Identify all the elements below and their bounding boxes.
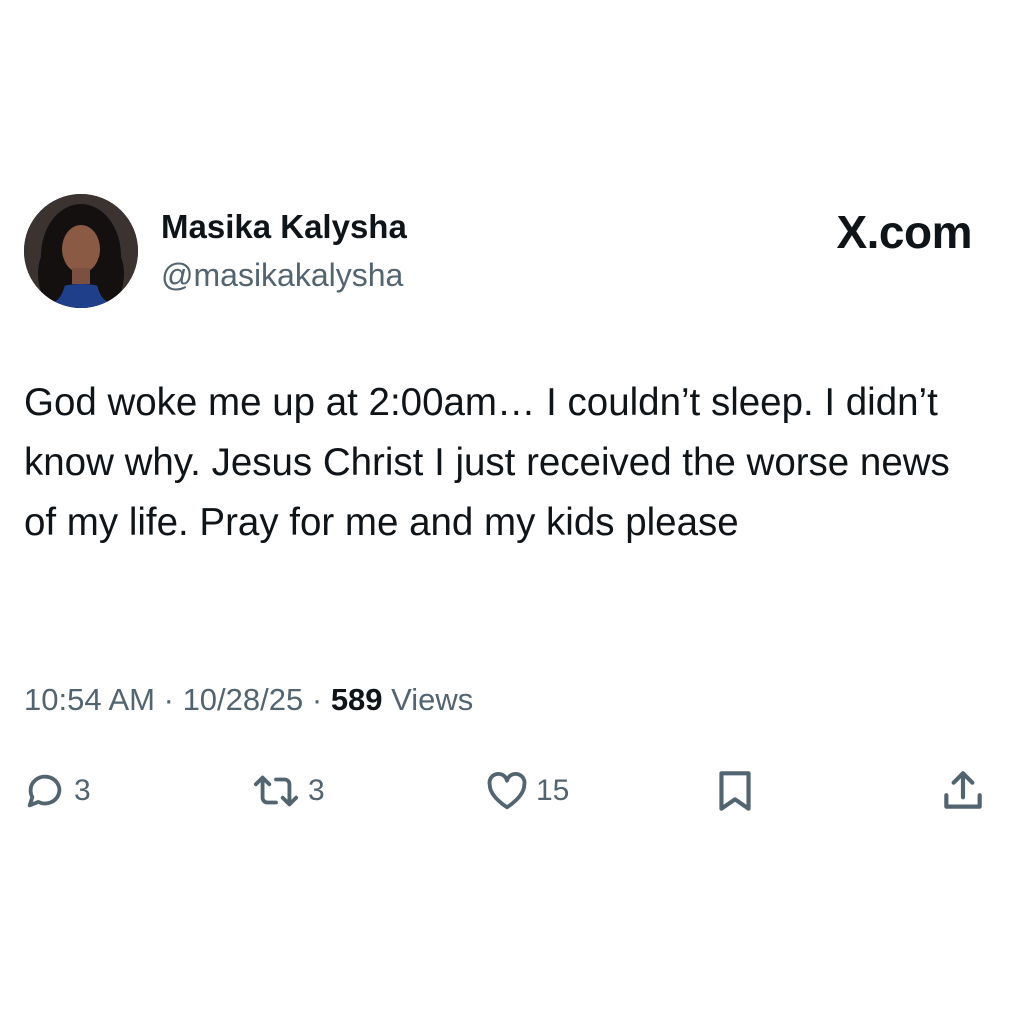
like-count: 15	[536, 774, 570, 807]
repost-button[interactable]: 3	[250, 765, 325, 817]
brand-logo: X.com	[836, 206, 972, 258]
post-date[interactable]: 10/28/25	[183, 682, 304, 717]
share-upload-icon	[938, 766, 988, 816]
user-handle[interactable]: @masikakalysha	[161, 253, 403, 297]
avatar-image	[24, 194, 138, 308]
views-label: Views	[391, 682, 474, 717]
speech-bubble-icon	[22, 768, 68, 814]
views-count: 589	[330, 682, 383, 717]
like-button[interactable]: 15	[484, 765, 569, 817]
reply-count: 3	[74, 774, 91, 807]
post-time[interactable]: 10:54 AM	[24, 682, 155, 717]
heart-icon	[484, 768, 530, 814]
bookmark-button[interactable]	[710, 765, 760, 817]
reply-button[interactable]: 3	[22, 765, 91, 817]
share-button[interactable]	[938, 765, 988, 817]
post-card: Masika Kalysha @masikakalysha X.com God …	[0, 0, 1024, 1024]
avatar[interactable]	[24, 194, 138, 308]
bookmark-icon	[710, 765, 760, 817]
post-meta: 10:54 AM · 10/28/25 · 589 Views	[24, 678, 473, 722]
display-name[interactable]: Masika Kalysha	[161, 205, 407, 249]
meta-separator: ·	[311, 682, 323, 717]
meta-separator: ·	[163, 682, 174, 717]
post-text: God woke me up at 2:00am… I couldn’t sle…	[24, 381, 950, 544]
repost-count: 3	[308, 774, 325, 807]
repost-arrows-icon	[250, 768, 302, 814]
